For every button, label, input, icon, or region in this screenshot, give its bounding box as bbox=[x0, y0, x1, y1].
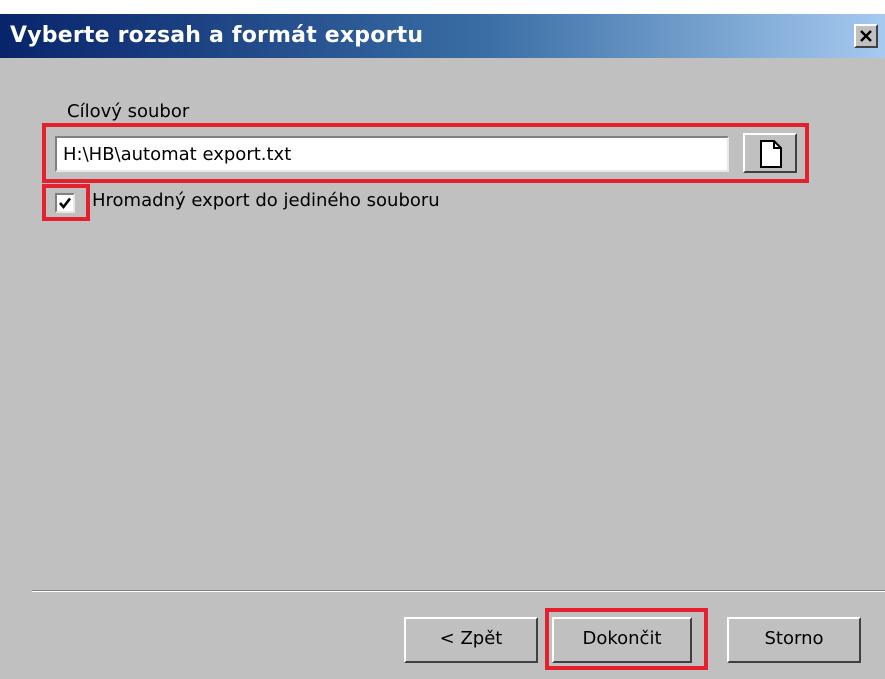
target-file-input[interactable] bbox=[55, 136, 729, 172]
dialog-title: Vyberte rozsah a formát exportu bbox=[10, 23, 424, 48]
cancel-button[interactable]: Storno bbox=[727, 617, 861, 663]
export-dialog: Vyberte rozsah a formát exportu Cílový s… bbox=[0, 0, 885, 679]
close-button[interactable] bbox=[854, 24, 878, 48]
target-file-label: Cílový soubor bbox=[67, 101, 190, 122]
checkmark-icon bbox=[59, 197, 72, 210]
close-icon bbox=[860, 30, 872, 42]
top-strip bbox=[0, 0, 885, 14]
finish-button[interactable]: Dokončit bbox=[552, 617, 692, 663]
separator-line bbox=[32, 590, 885, 592]
bulk-export-label: Hromadný export do jediného souboru bbox=[92, 190, 440, 211]
title-bar: Vyberte rozsah a formát exportu bbox=[0, 14, 885, 58]
browse-file-button[interactable] bbox=[743, 133, 797, 173]
bulk-export-checkbox[interactable] bbox=[55, 193, 75, 213]
back-button[interactable]: < Zpět bbox=[404, 617, 538, 663]
document-icon bbox=[760, 140, 782, 168]
